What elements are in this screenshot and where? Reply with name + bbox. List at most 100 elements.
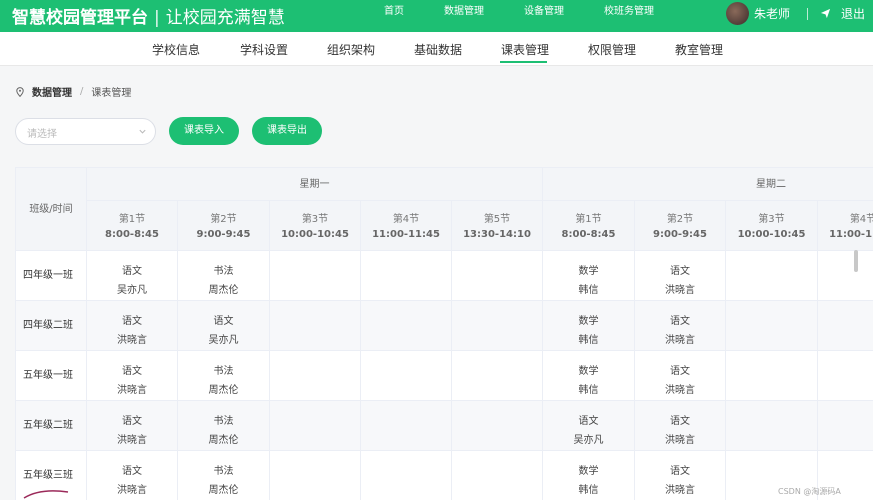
lesson-cell[interactable] [452,451,543,500]
lesson-cell[interactable] [361,251,452,301]
tab-organization[interactable]: 组织架构 [327,41,375,58]
lesson-cell[interactable]: 数学 韩信 [543,451,635,500]
period-name: 第1节 [118,214,146,225]
lesson-subject: 书法 [213,366,234,377]
lesson-subject: 数学 [578,366,599,377]
lesson-cell[interactable] [452,301,543,351]
select-placeholder: 请选择 [27,129,57,140]
lesson-cell[interactable]: 语文 洪晓言 [87,301,178,351]
lesson-cell[interactable] [452,251,543,301]
period-time: 10:00-10:45 [281,229,349,240]
lesson-cell[interactable] [818,351,873,401]
lesson-cell[interactable]: 书法 周杰伦 [178,351,270,401]
import-timetable-button[interactable]: 课表导入 [169,117,239,145]
tab-school-info[interactable]: 学校信息 [152,41,200,58]
period-header: 第2节 9:00-9:45 [635,201,726,251]
lesson-cell[interactable]: 语文 吴亦凡 [87,251,178,301]
lesson-subject: 数学 [578,316,599,327]
lesson-cell[interactable]: 语文 洪晓言 [635,251,726,301]
period-header: 第4节 11:00-11:45 [818,201,873,251]
avatar[interactable] [726,2,749,25]
lesson-cell[interactable] [361,351,452,401]
lesson-cell[interactable] [270,351,361,401]
lesson-cell[interactable]: 数学 韩信 [543,301,635,351]
lesson-cell[interactable] [818,251,873,301]
user-name[interactable]: 朱老师 [754,5,790,22]
breadcrumb-current: 课表管理 [91,88,132,99]
class-row-header: 五年级二班 [16,401,87,451]
lesson-teacher: 洪晓言 [665,335,695,346]
lesson-cell[interactable]: 语文 洪晓言 [635,301,726,351]
lesson-cell[interactable] [270,451,361,500]
lesson-cell[interactable]: 书法 周杰伦 [178,251,270,301]
nav-data-management[interactable]: 数据管理 [444,0,484,32]
lesson-cell[interactable] [361,401,452,451]
day-header: 星期二 [543,168,873,201]
lesson-cell[interactable] [726,351,818,401]
lesson-cell[interactable] [270,401,361,451]
lesson-cell[interactable]: 语文 吴亦凡 [543,401,635,451]
lesson-cell[interactable]: 语文 洪晓言 [635,401,726,451]
lesson-teacher: 吴亦凡 [117,285,147,296]
lesson-cell[interactable] [452,401,543,451]
lesson-cell[interactable] [726,301,818,351]
logout-label: 退出 [841,7,866,21]
vertical-scrollbar[interactable] [854,250,858,272]
period-name: 第2节 [210,214,237,225]
lesson-teacher: 洪晓言 [665,485,695,496]
lesson-teacher: 韩信 [578,285,599,296]
lesson-subject: 语文 [670,366,690,377]
breadcrumb-parent[interactable]: 数据管理 [32,84,72,99]
breadcrumb: 数据管理 / 课表管理 [16,84,131,99]
lesson-cell[interactable] [726,251,818,301]
lesson-cell[interactable] [361,301,452,351]
breadcrumb-separator: / [80,86,84,97]
lesson-cell[interactable]: 语文 吴亦凡 [178,301,270,351]
lesson-teacher: 吴亦凡 [573,435,604,446]
lesson-cell[interactable] [270,251,361,301]
tab-timetable[interactable]: 课表管理 [501,41,549,58]
lesson-subject: 语文 [213,316,234,327]
lesson-cell[interactable]: 数学 韩信 [543,351,635,401]
lesson-cell[interactable]: 书法 周杰伦 [178,401,270,451]
class-row-header: 四年级一班 [16,251,87,301]
lesson-teacher: 洪晓言 [117,385,147,396]
tab-classrooms[interactable]: 教室管理 [675,41,723,58]
class-select[interactable]: 请选择 [15,118,156,145]
lesson-teacher: 周杰伦 [208,385,239,396]
top-nav: 首页 数据管理 设备管理 校班务管理 [384,0,694,32]
user-menu[interactable]: 朱老师 [726,2,790,25]
nav-home[interactable]: 首页 [384,0,404,32]
period-name: 第4节 [849,214,873,225]
tab-permissions[interactable]: 权限管理 [588,41,636,58]
nav-device-management[interactable]: 设备管理 [524,0,564,32]
lesson-cell[interactable]: 语文 洪晓言 [87,451,178,500]
lesson-cell[interactable] [270,301,361,351]
lesson-cell[interactable] [452,351,543,401]
lesson-cell[interactable]: 书法 周杰伦 [178,451,270,500]
lesson-cell[interactable]: 语文 洪晓言 [635,351,726,401]
lesson-cell[interactable] [726,401,818,451]
lesson-cell[interactable] [361,451,452,500]
lesson-teacher: 周杰伦 [208,285,239,296]
brand-slogan: 让校园充满智慧 [165,8,285,28]
lesson-teacher: 韩信 [578,485,599,496]
lesson-subject: 语文 [122,466,142,477]
lesson-teacher: 韩信 [578,385,599,396]
logout-button[interactable]: 退出 [820,5,865,22]
lesson-cell[interactable]: 数学 韩信 [543,251,635,301]
lesson-cell[interactable]: 语文 洪晓言 [635,451,726,500]
lesson-subject: 语文 [670,416,690,427]
tab-subject-settings[interactable]: 学科设置 [240,41,288,58]
lesson-cell[interactable] [818,301,873,351]
period-time: 10:00-10:45 [737,229,806,240]
lesson-teacher: 洪晓言 [117,335,147,346]
export-timetable-button[interactable]: 课表导出 [252,117,322,145]
corner-header: 班级/时间 [16,168,87,251]
lesson-cell[interactable]: 语文 洪晓言 [87,351,178,401]
lesson-subject: 书法 [213,266,234,277]
lesson-cell[interactable]: 语文 洪晓言 [87,401,178,451]
tab-basic-data[interactable]: 基础数据 [414,41,462,58]
nav-class-affairs[interactable]: 校班务管理 [604,0,654,32]
lesson-cell[interactable] [818,401,873,451]
